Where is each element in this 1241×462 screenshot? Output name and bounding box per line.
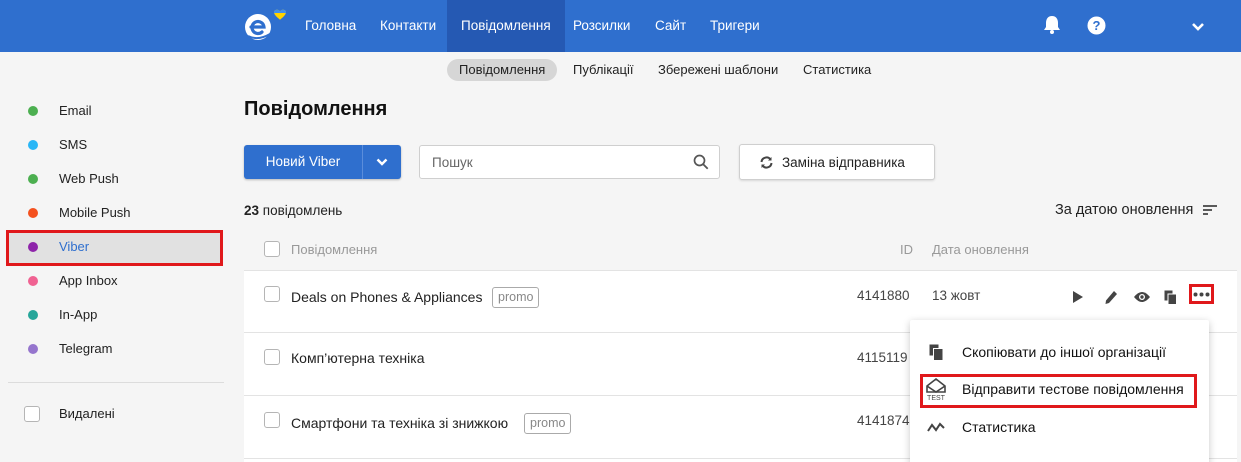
count-text: повідомлень — [262, 203, 343, 218]
sidebar-item-label: Telegram — [59, 341, 113, 356]
menu-item-copy-to-org[interactable]: Скопіювати до іншої організації — [910, 334, 1209, 370]
sidebar-item-telegram[interactable]: Telegram — [28, 339, 112, 359]
nav-site[interactable]: Сайт — [655, 0, 686, 52]
sidebar-item-email[interactable]: Email — [28, 101, 92, 121]
sidebar-item-label: SMS — [59, 137, 88, 152]
sidebar-item-label: Viber — [59, 239, 90, 254]
sidebar-item-label: In-App — [59, 307, 98, 322]
status-dot — [28, 344, 38, 354]
status-dot — [28, 140, 38, 150]
count-number: 23 — [244, 203, 260, 218]
status-dot — [28, 242, 38, 252]
change-sender-button[interactable]: Заміна відправника — [739, 144, 935, 180]
sidebar-item-label: Web Push — [59, 171, 119, 186]
row-checkbox[interactable] — [264, 349, 280, 365]
new-viber-button-label: Новий Viber — [265, 154, 341, 169]
message-id: 4141874 — [857, 413, 910, 428]
subnav-statistics[interactable]: Статистика — [803, 59, 871, 81]
sidebar-item-viber[interactable]: Viber — [28, 237, 89, 257]
status-dot — [28, 208, 38, 218]
message-date: 13 жовт — [932, 288, 981, 303]
sort-label: За датою оновлення — [1055, 202, 1194, 218]
change-sender-label: Заміна відправника — [782, 154, 905, 170]
top-navigation-bar: Головна Контакти Повідомлення Розсилки С… — [0, 0, 1241, 52]
message-id: 4115119 — [857, 350, 908, 365]
sort-icon — [1203, 204, 1218, 216]
search-input[interactable] — [432, 146, 682, 178]
menu-item-label: Скопіювати до іншої організації — [962, 344, 1166, 360]
refresh-icon — [759, 155, 774, 170]
select-all-checkbox[interactable] — [264, 241, 280, 257]
subnav-saved-templates[interactable]: Збережені шаблони — [658, 59, 778, 81]
menu-item-label: Статистика — [962, 419, 1036, 435]
copy-icon[interactable] — [1163, 289, 1177, 305]
nav-home[interactable]: Головна — [305, 0, 356, 52]
copy-icon — [910, 344, 962, 361]
nav-contacts[interactable]: Контакти — [380, 0, 436, 52]
nav-campaigns[interactable]: Розсилки — [573, 0, 630, 52]
send-test-highlight-box — [920, 374, 1197, 408]
sidebar-item-label: App Inbox — [59, 273, 118, 288]
sidebar-item-label: Видалені — [59, 406, 115, 421]
sidebar-item-app-inbox[interactable]: App Inbox — [28, 271, 118, 291]
column-header-id[interactable]: ID — [900, 242, 913, 257]
sidebar-divider — [8, 382, 224, 383]
svg-text:?: ? — [1093, 18, 1101, 33]
page-title: Повідомлення — [244, 98, 388, 120]
send-play-icon[interactable] — [1071, 289, 1085, 305]
help-icon[interactable]: ? — [1087, 16, 1106, 38]
new-viber-button[interactable]: Новий Viber — [244, 145, 401, 179]
subnav-messages[interactable]: Повідомлення — [447, 59, 558, 81]
new-viber-dropdown-toggle[interactable] — [363, 145, 401, 179]
menu-item-statistics[interactable]: Статистика — [910, 409, 1209, 445]
status-dot — [28, 106, 38, 116]
preview-eye-icon[interactable] — [1133, 290, 1151, 304]
row-checkbox[interactable] — [264, 412, 280, 428]
bell-icon[interactable] — [1043, 14, 1061, 37]
message-name[interactable]: Deals on Phones & Appliances — [291, 289, 482, 305]
more-dots-icon — [1193, 292, 1210, 296]
sidebar-item-mobile-push[interactable]: Mobile Push — [28, 203, 131, 223]
sidebar-item-sms[interactable]: SMS — [28, 135, 87, 155]
column-header-date[interactable]: Дата оновлення — [932, 242, 1029, 257]
sort-control[interactable]: За датою оновлення — [1055, 202, 1218, 218]
nav-messages[interactable]: Повідомлення — [447, 0, 565, 52]
message-name[interactable]: Комп’ютерна техніка — [291, 350, 424, 366]
sidebar-item-label: Mobile Push — [59, 205, 131, 220]
status-dot — [28, 174, 38, 184]
message-name[interactable]: Смартфони та техніка зі знижкою — [291, 415, 508, 431]
chevron-down-icon — [376, 158, 388, 166]
logo[interactable] — [242, 8, 290, 44]
column-header-message[interactable]: Повідомлення — [291, 242, 377, 257]
status-dot — [28, 276, 38, 286]
sidebar-item-in-app[interactable]: In-App — [28, 305, 97, 325]
more-actions-button[interactable] — [1189, 284, 1214, 304]
edit-pencil-icon[interactable] — [1104, 289, 1118, 305]
search-icon[interactable] — [693, 154, 709, 173]
sidebar-item-deleted[interactable]: Видалені — [24, 404, 115, 424]
promo-tag: promo — [492, 287, 540, 308]
search-box — [419, 145, 720, 179]
sidebar-item-web-push[interactable]: Web Push — [28, 169, 119, 189]
subnav-publications[interactable]: Публікації — [573, 59, 633, 81]
nav-triggers[interactable]: Тригери — [710, 0, 760, 52]
message-count: 23 повідомлень — [244, 203, 342, 218]
message-id: 4141880 — [857, 288, 910, 303]
stats-icon — [910, 421, 962, 433]
row-checkbox[interactable] — [264, 286, 280, 302]
sidebar-item-label: Email — [59, 103, 92, 118]
chevron-down-icon[interactable] — [1191, 20, 1205, 35]
deleted-checkbox[interactable] — [24, 406, 40, 422]
promo-tag: promo — [524, 413, 572, 434]
status-dot — [28, 310, 38, 320]
